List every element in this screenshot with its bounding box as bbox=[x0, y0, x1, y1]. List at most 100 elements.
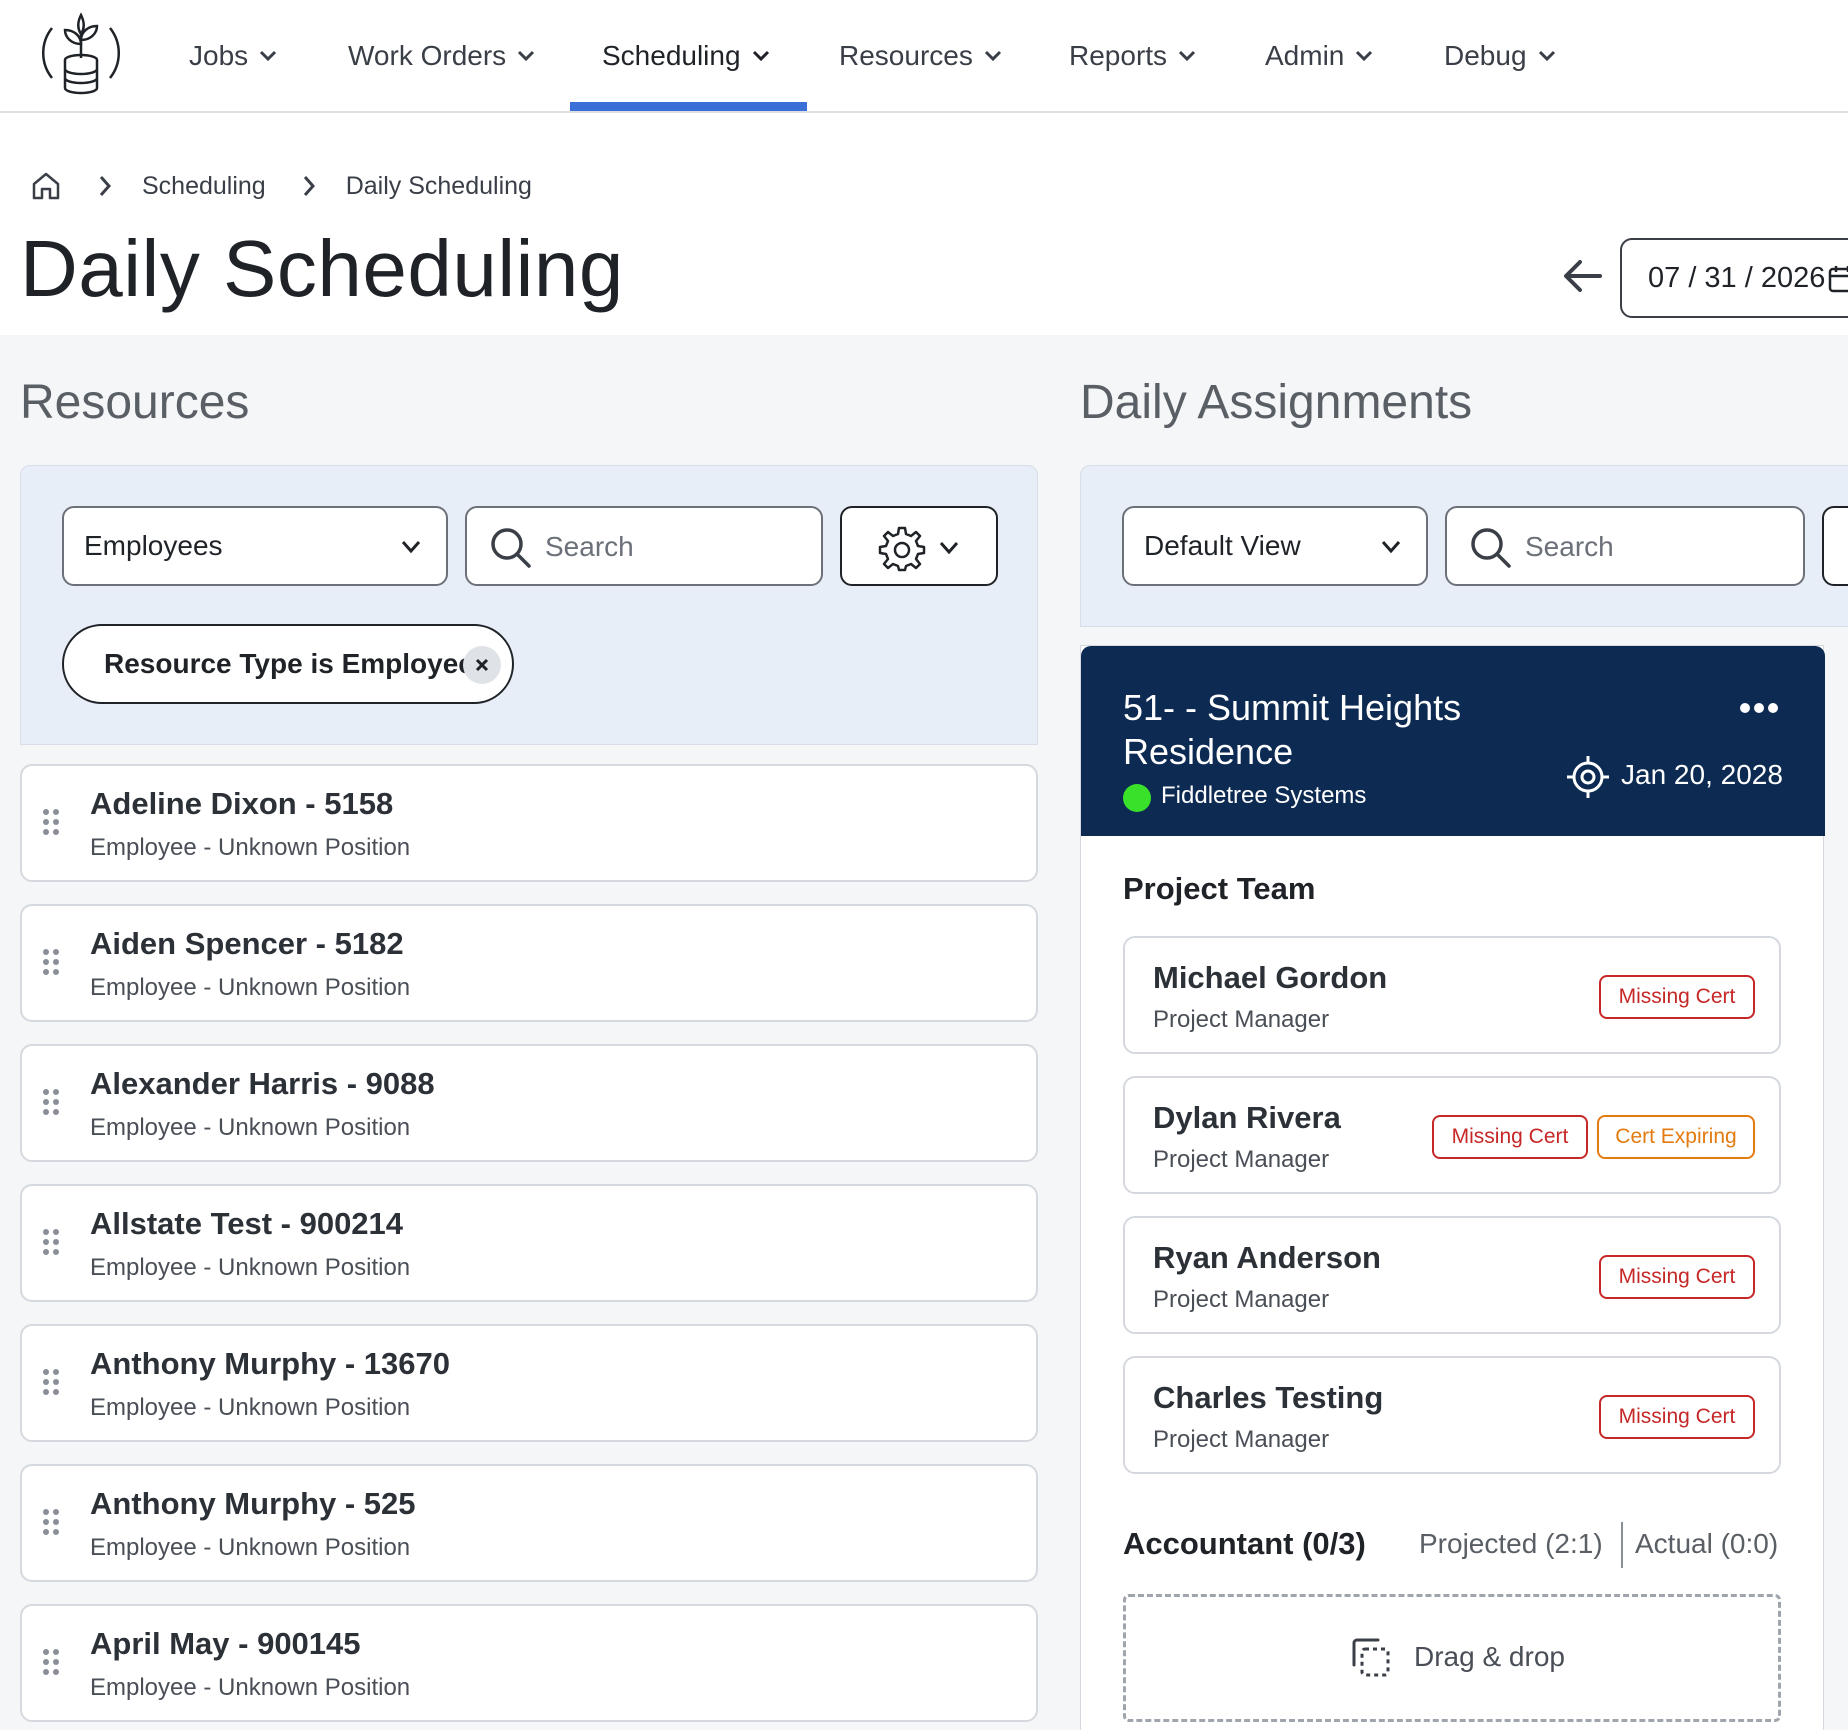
assignments-settings-button[interactable] bbox=[1822, 506, 1848, 586]
team-member-name: Ryan Anderson bbox=[1153, 1240, 1381, 1275]
resource-position: Employee - Unknown Position bbox=[90, 834, 411, 861]
page-header: Scheduling Daily Scheduling Daily Schedu… bbox=[0, 113, 1848, 335]
missing-cert-badge: Missing Cert bbox=[1432, 1115, 1588, 1159]
resource-name: Adeline Dixon - 5158 bbox=[90, 786, 394, 821]
drop-zone-label: Drag & drop bbox=[1414, 1641, 1565, 1672]
team-member-card[interactable]: Charles Testing Project Manager Missing … bbox=[1123, 1356, 1781, 1474]
resource-name: Allstate Test - 900214 bbox=[90, 1206, 404, 1241]
breadcrumb-daily-scheduling: Daily Scheduling bbox=[345, 171, 532, 200]
drag-handle-icon[interactable] bbox=[42, 1648, 60, 1684]
nav-scheduling[interactable]: Scheduling bbox=[602, 0, 771, 111]
nav-scheduling-label: Scheduling bbox=[602, 39, 741, 71]
view-select-value: Default View bbox=[1144, 530, 1301, 561]
nav-work-orders[interactable]: Work Orders bbox=[348, 0, 536, 111]
calendar-icon[interactable] bbox=[1828, 264, 1848, 294]
chevron-down-icon bbox=[1538, 50, 1555, 61]
team-member-role: Project Manager bbox=[1153, 1146, 1330, 1173]
nav-reports-label: Reports bbox=[1069, 39, 1168, 71]
chevron-down-icon bbox=[939, 542, 959, 555]
missing-cert-badge: Missing Cert bbox=[1599, 975, 1755, 1019]
nav-active-indicator bbox=[570, 102, 807, 111]
accountant-projected: Projected (2:1) bbox=[1419, 1528, 1603, 1559]
chevron-down-icon bbox=[752, 50, 769, 61]
chevron-down-icon bbox=[984, 50, 1001, 61]
settings-dropdown-button[interactable] bbox=[840, 506, 998, 586]
filter-chip-label: Resource Type is Employee bbox=[104, 648, 474, 679]
nav-jobs[interactable]: Jobs bbox=[189, 0, 278, 111]
view-select[interactable]: Default View bbox=[1122, 506, 1428, 586]
assignments-search-input[interactable] bbox=[1525, 526, 1725, 568]
page-title: Daily Scheduling bbox=[20, 224, 624, 313]
chevron-down-icon bbox=[401, 541, 421, 554]
chevron-down-icon bbox=[260, 50, 277, 61]
top-navigation: Jobs Work Orders Scheduling Resources Re… bbox=[0, 0, 1848, 113]
team-member-card[interactable]: Michael Gordon Project Manager Missing C… bbox=[1123, 936, 1781, 1054]
job-assignment-card: 51- - Summit Heights Residence Fiddletre… bbox=[1080, 645, 1825, 1730]
accountant-actual: Actual (0:0) bbox=[1635, 1528, 1779, 1559]
job-header: 51- - Summit Heights Residence Fiddletre… bbox=[1081, 646, 1825, 836]
resources-search-input[interactable] bbox=[545, 526, 745, 568]
resource-type-select[interactable]: Employees bbox=[62, 506, 448, 586]
accountant-title: Accountant (0/3) bbox=[1123, 1526, 1366, 1561]
drag-handle-icon[interactable] bbox=[42, 808, 60, 844]
accountant-row: Accountant (0/3) Projected (2:1) Actual … bbox=[1123, 1522, 1783, 1576]
drag-handle-icon[interactable] bbox=[42, 1368, 60, 1404]
date-input[interactable]: 07 / 31 / 2026 bbox=[1620, 238, 1848, 318]
nav-admin-label: Admin bbox=[1265, 39, 1345, 71]
resource-card[interactable]: Allstate Test - 900214 Employee - Unknow… bbox=[20, 1184, 1038, 1302]
team-member-card[interactable]: Ryan Anderson Project Manager Missing Ce… bbox=[1123, 1216, 1781, 1334]
team-member-role: Project Manager bbox=[1153, 1426, 1330, 1453]
resource-name: Anthony Murphy - 13670 bbox=[90, 1346, 450, 1381]
resource-card[interactable]: Alexander Harris - 9088 Employee - Unkno… bbox=[20, 1044, 1038, 1162]
resources-search[interactable] bbox=[465, 506, 823, 586]
drag-drop-icon bbox=[1352, 1638, 1390, 1677]
logo-icon[interactable] bbox=[38, 8, 124, 96]
filter-chip-resource-type: Resource Type is Employee bbox=[62, 624, 514, 704]
breadcrumb: Scheduling Daily Scheduling bbox=[30, 168, 532, 204]
drop-zone[interactable]: Drag & drop bbox=[1123, 1594, 1781, 1722]
drag-handle-icon[interactable] bbox=[42, 1508, 60, 1544]
assignments-search[interactable] bbox=[1445, 506, 1805, 586]
close-icon bbox=[475, 658, 489, 672]
missing-cert-badge: Missing Cert bbox=[1599, 1395, 1755, 1439]
resource-name: Anthony Murphy - 525 bbox=[90, 1486, 416, 1521]
resource-type-value: Employees bbox=[84, 530, 223, 561]
resource-position: Employee - Unknown Position bbox=[90, 1254, 411, 1281]
chevron-down-icon bbox=[1178, 50, 1196, 61]
drag-handle-icon[interactable] bbox=[42, 1088, 60, 1124]
breadcrumb-scheduling[interactable]: Scheduling bbox=[142, 172, 266, 201]
nav-reports[interactable]: Reports bbox=[1069, 0, 1197, 111]
nav-jobs-label: Jobs bbox=[189, 39, 249, 71]
gear-icon bbox=[878, 526, 926, 572]
home-icon[interactable] bbox=[30, 170, 62, 202]
resource-position: Employee - Unknown Position bbox=[90, 1674, 411, 1701]
job-title[interactable]: 51- - Summit Heights Residence bbox=[1123, 686, 1543, 774]
chevron-right-icon bbox=[99, 176, 112, 196]
nav-resources[interactable]: Resources bbox=[839, 0, 1003, 111]
drag-handle-icon[interactable] bbox=[42, 1228, 60, 1264]
resource-card[interactable]: Adeline Dixon - 5158 Employee - Unknown … bbox=[20, 764, 1038, 882]
resource-position: Employee - Unknown Position bbox=[90, 974, 411, 1001]
team-member-name: Michael Gordon bbox=[1153, 960, 1388, 995]
job-date: Jan 20, 2028 bbox=[1621, 759, 1783, 790]
resources-title: Resources bbox=[20, 376, 250, 429]
nav-debug[interactable]: Debug bbox=[1444, 0, 1557, 111]
resource-card[interactable]: April May - 900145 Employee - Unknown Po… bbox=[20, 1604, 1038, 1722]
resource-card[interactable]: Aiden Spencer - 5182 Employee - Unknown … bbox=[20, 904, 1038, 1022]
resource-position: Employee - Unknown Position bbox=[90, 1534, 411, 1561]
arrow-left-icon[interactable] bbox=[1560, 253, 1606, 299]
drag-handle-icon[interactable] bbox=[42, 948, 60, 984]
team-member-card[interactable]: Dylan Rivera Project Manager Missing Cer… bbox=[1123, 1076, 1781, 1194]
resource-card[interactable]: Anthony Murphy - 525 Employee - Unknown … bbox=[20, 1464, 1038, 1582]
chevron-down-icon bbox=[518, 50, 535, 61]
divider bbox=[1621, 1522, 1623, 1568]
resources-filter-panel: Employees Resource Type is Employee bbox=[20, 465, 1038, 745]
resource-card[interactable]: Anthony Murphy - 13670 Employee - Unknow… bbox=[20, 1324, 1038, 1442]
more-options-icon[interactable] bbox=[1739, 702, 1779, 714]
nav-admin[interactable]: Admin bbox=[1265, 0, 1374, 111]
status-dot bbox=[1123, 784, 1151, 812]
chevron-right-icon bbox=[303, 176, 315, 196]
remove-filter-button[interactable] bbox=[463, 646, 501, 684]
daily-assignments-title: Daily Assignments bbox=[1080, 376, 1473, 429]
target-icon bbox=[1567, 756, 1609, 798]
